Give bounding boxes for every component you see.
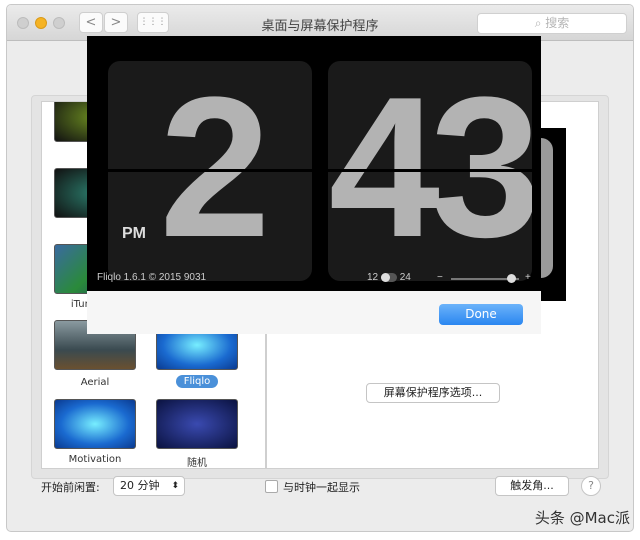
search-icon: ⌕ — [534, 16, 546, 30]
clock-checkbox[interactable] — [265, 480, 278, 493]
help-button[interactable]: ? — [581, 476, 601, 496]
hour-card: 2 PM — [108, 61, 312, 281]
hot-corners-button[interactable]: 触发角... — [495, 476, 569, 496]
selected-label: Fliqlo — [175, 375, 219, 388]
fliqlo-edge — [541, 128, 566, 301]
screensaver-label: Aerial — [80, 377, 110, 388]
screensaver-label: Motivation — [68, 454, 122, 465]
search-placeholder: 搜索 — [545, 16, 570, 30]
screensaver-label-selected: Fliqlo — [147, 375, 247, 388]
hour-format-toggle[interactable]: 12 24 — [367, 272, 411, 283]
fliqlo-preview: 2 PM 43 Fliqlo 1.6.1 © 2015 9031 12 24 −… — [87, 36, 541, 291]
toggle-24-label: 24 — [399, 272, 411, 283]
screensaver-options-button[interactable]: 屏幕保护程序选项... — [366, 383, 500, 403]
done-button[interactable]: Done — [439, 304, 523, 325]
clock-checkbox-label: 与时钟一起显示 — [283, 481, 360, 494]
fliqlo-options-sheet: Done — [87, 291, 541, 334]
size-plus[interactable]: + — [525, 272, 531, 283]
screensaver-thumb[interactable] — [156, 399, 238, 449]
updown-icon: ⬍ — [171, 481, 179, 491]
size-slider[interactable] — [451, 274, 519, 283]
search-field[interactable]: ⌕ 搜索 — [477, 13, 627, 34]
screensaver-thumb[interactable] — [54, 399, 136, 449]
ampm-label: PM — [122, 225, 146, 242]
minute-card: 43 — [328, 61, 532, 281]
idle-label: 开始前闲置: — [41, 481, 100, 494]
screensaver-label: 随机 — [187, 458, 207, 469]
watermark: 头条 @Mac派 — [534, 509, 630, 527]
size-minus[interactable]: − — [437, 272, 443, 283]
idle-time-select[interactable]: 20 分钟 ⬍ — [113, 476, 185, 496]
size-slider-knob[interactable] — [507, 274, 517, 283]
toggle-12-label: 12 — [367, 272, 379, 283]
idle-value: 20 分钟 — [120, 479, 160, 492]
version-label: Fliqlo 1.6.1 © 2015 9031 — [97, 272, 207, 283]
